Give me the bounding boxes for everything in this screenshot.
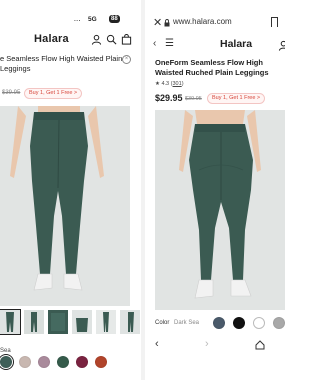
color-swatch[interactable] — [0, 356, 12, 368]
star-icon: ★ — [155, 81, 160, 87]
product-title: OneForm Seamless Flow High Waisted Ruche… — [155, 58, 269, 77]
user-icon[interactable] — [91, 34, 102, 45]
color-swatch[interactable] — [253, 317, 265, 329]
right-screenshot-panel: ✕ www.halara.com ‹ ☰ Halara OneForm Seam… — [145, 0, 285, 380]
rating-value: 4.3 — [161, 81, 170, 87]
thumbnail-2[interactable] — [24, 310, 44, 334]
close-tab-icon[interactable]: ✕ — [153, 16, 162, 29]
color-swatch[interactable] — [57, 356, 69, 368]
thumbnail-image — [120, 310, 140, 334]
forward-arrow-icon[interactable]: › — [205, 338, 209, 350]
color-swatch[interactable] — [213, 317, 225, 329]
thumbnail-image — [48, 310, 68, 334]
color-swatch[interactable] — [38, 356, 50, 368]
color-swatch[interactable] — [95, 356, 107, 368]
thumbnail-image — [0, 310, 20, 334]
color-swatch[interactable] — [76, 356, 88, 368]
sale-price: $29.95 — [155, 93, 183, 103]
site-header: ‹ ☰ Halara — [145, 36, 285, 54]
original-price: $39.95 — [185, 96, 202, 102]
shopping-bag-icon[interactable] — [121, 34, 132, 45]
thumbnail-strip — [0, 309, 141, 335]
thumbnail-image — [24, 310, 44, 334]
menu-icon[interactable]: ☰ — [165, 38, 174, 49]
status-dots: ... — [74, 16, 81, 23]
original-price: $39.95 — [2, 90, 21, 96]
back-chevron-icon[interactable]: ‹ — [153, 38, 156, 49]
bookmark-icon[interactable] — [271, 17, 278, 27]
color-label: Color — [155, 320, 170, 326]
left-screenshot-panel: ... 5G 88 Halara e Seamless Flow High Wa… — [0, 0, 141, 380]
review-count[interactable]: 301 — [173, 81, 182, 87]
thumbnail-image — [96, 310, 116, 334]
lock-icon — [164, 19, 170, 27]
site-header: Halara — [0, 30, 141, 50]
product-main-image[interactable] — [155, 110, 285, 310]
rating-row[interactable]: ★ 4.3 (301) — [155, 81, 184, 87]
browser-nav-bar: ‹ › — [145, 336, 285, 356]
brand-logo[interactable]: Halara — [34, 33, 69, 45]
color-swatches: Sea — [0, 348, 141, 378]
leggings-back-image — [155, 110, 285, 310]
thumbnail-1[interactable] — [0, 309, 21, 335]
brand-logo[interactable]: Halara — [220, 38, 252, 50]
close-circle-icon[interactable]: × — [122, 55, 131, 64]
price-row: $39.95 Buy 1, Get 1 Free > — [0, 88, 141, 100]
browser-bar: ✕ www.halara.com — [145, 14, 285, 32]
url-text[interactable]: www.halara.com — [173, 17, 232, 26]
product-title: e Seamless Flow High Waisted Plain Leggi… — [0, 54, 123, 73]
search-icon[interactable] — [106, 34, 117, 45]
back-arrow-icon[interactable]: ‹ — [155, 338, 159, 350]
status-bar: ... 5G 88 — [0, 14, 141, 26]
color-swatch[interactable] — [273, 317, 285, 329]
color-label: Sea — [0, 348, 11, 354]
selected-color-name: Dark Sea — [174, 320, 200, 326]
network-indicator: 5G — [88, 16, 97, 23]
thumbnail-4[interactable] — [72, 310, 92, 334]
promo-badge[interactable]: Buy 1, Get 1 Free > — [24, 88, 83, 99]
price-row: $29.95 $39.95 Buy 1, Get 1 Free > — [155, 92, 285, 106]
color-swatch[interactable] — [233, 317, 245, 329]
battery-indicator: 88 — [109, 15, 120, 23]
promo-badge[interactable]: Buy 1, Get 1 Free > — [207, 93, 266, 104]
user-icon[interactable] — [278, 40, 285, 51]
thumbnail-3[interactable] — [48, 310, 68, 334]
color-selector: Color Dark Sea — [155, 316, 285, 332]
thumbnail-6[interactable] — [120, 310, 140, 334]
product-main-image[interactable] — [0, 106, 130, 306]
thumbnail-5[interactable] — [96, 310, 116, 334]
color-swatch[interactable] — [19, 356, 31, 368]
thumbnail-image — [72, 310, 92, 334]
home-icon[interactable] — [255, 340, 265, 350]
leggings-front-image — [0, 106, 130, 306]
